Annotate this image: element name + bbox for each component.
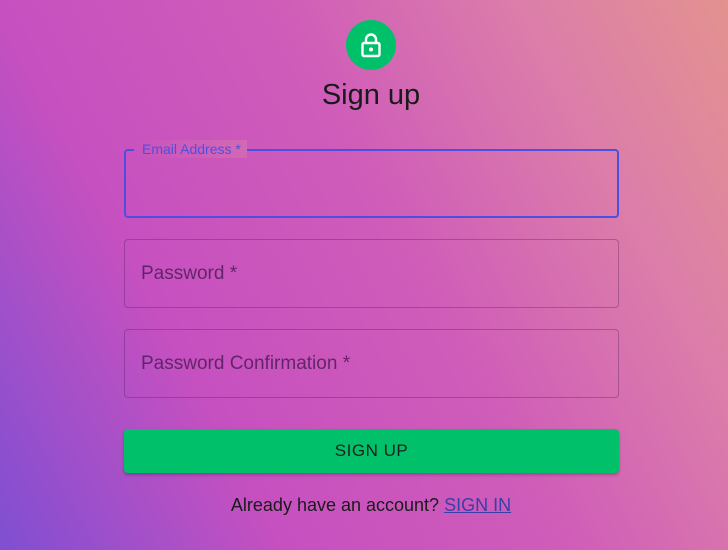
sign-in-prompt-row: Already have an account? SIGN IN (0, 495, 728, 516)
sign-up-button[interactable]: SIGN UP (124, 429, 619, 473)
email-field[interactable]: Email Address * (124, 140, 619, 218)
sign-in-link[interactable]: SIGN IN (444, 495, 511, 515)
email-input[interactable] (126, 151, 617, 216)
password-input[interactable] (125, 240, 618, 307)
page-title: Sign up (321, 79, 421, 111)
lock-icon (361, 33, 381, 58)
sign-in-prompt-text: Already have an account? (230, 495, 440, 515)
password-confirmation-field[interactable]: Password Confirmation * (124, 329, 619, 398)
password-confirmation-input[interactable] (125, 330, 618, 397)
lock-avatar (346, 20, 396, 70)
password-field[interactable]: Password * (124, 239, 619, 308)
